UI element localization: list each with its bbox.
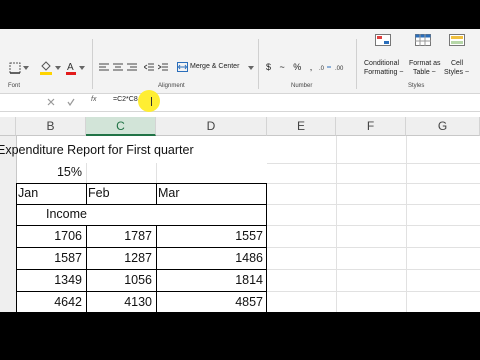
merge-dropdown-icon[interactable] <box>247 64 255 72</box>
format-as-table-label-2[interactable]: Table ~ <box>413 69 436 76</box>
group-separator <box>92 39 93 89</box>
ribbon: A Font Merge & Center Alignment $ ~ % , … <box>0 29 480 94</box>
font-color-dropdown-icon[interactable] <box>78 64 86 72</box>
excel-window: A Font Merge & Center Alignment $ ~ % , … <box>0 29 480 312</box>
letterbox-bottom <box>0 312 480 360</box>
data-cell[interactable]: 1056 <box>86 273 156 287</box>
font-group-label: Font <box>8 83 21 89</box>
align-right-icon[interactable] <box>125 61 138 74</box>
insert-function-button[interactable]: fx <box>91 96 96 103</box>
format-as-table-icon[interactable] <box>414 33 432 47</box>
income-section-cell[interactable]: Income <box>46 207 87 221</box>
cell-styles-label-2[interactable]: Styles ~ <box>444 69 469 76</box>
group-separator <box>356 39 357 89</box>
gridline <box>156 163 157 183</box>
fill-color-icon[interactable] <box>38 59 54 77</box>
text-cursor-icon <box>151 97 152 106</box>
table-border <box>16 225 267 226</box>
increase-indent-icon[interactable] <box>156 61 169 74</box>
table-border <box>16 269 267 270</box>
column-header-f[interactable]: F <box>336 117 406 136</box>
conditional-formatting-icon[interactable] <box>374 33 392 47</box>
merge-center-icon[interactable] <box>176 61 188 73</box>
table-border <box>16 204 267 205</box>
svg-text:A: A <box>67 62 74 73</box>
borders-icon[interactable] <box>8 61 22 75</box>
svg-text:.0: .0 <box>319 66 325 72</box>
data-cell[interactable]: 1287 <box>86 251 156 265</box>
data-cell[interactable]: 1814 <box>156 273 267 287</box>
enter-formula-icon[interactable] <box>66 97 76 107</box>
column-header-b[interactable]: B <box>16 117 86 136</box>
column-header-e[interactable]: E <box>267 117 336 136</box>
font-color-icon[interactable]: A <box>64 59 78 77</box>
fill-color-dropdown-icon[interactable] <box>54 64 62 72</box>
conditional-formatting-label[interactable]: Conditional <box>364 60 399 67</box>
group-separator <box>258 39 259 89</box>
report-title-cell[interactable]: Expenditure Report for First quarter <box>0 143 194 157</box>
formula-input[interactable]: =C2*C8 <box>113 96 138 103</box>
increase-decimal-icon[interactable]: .0 <box>318 60 332 74</box>
align-center-icon[interactable] <box>111 61 124 74</box>
gridline <box>267 204 480 205</box>
table-border <box>156 183 157 204</box>
column-header-c[interactable]: C <box>86 117 156 136</box>
gridline <box>267 291 480 292</box>
data-cell[interactable]: 4130 <box>86 295 156 309</box>
month-cell-feb[interactable]: Feb <box>88 186 110 200</box>
cursor-highlight <box>138 90 160 112</box>
alignment-group-label: Alignment <box>158 83 185 89</box>
rate-cell[interactable]: 15% <box>16 165 86 179</box>
table-border <box>266 183 267 312</box>
letterbox-top <box>0 0 480 29</box>
svg-text:.00: .00 <box>335 66 344 72</box>
gridline <box>86 163 87 183</box>
decrease-indent-icon[interactable] <box>142 61 155 74</box>
gridline <box>267 247 480 248</box>
row-headers[interactable] <box>0 136 17 312</box>
data-cell[interactable]: 4857 <box>156 295 267 309</box>
data-cell[interactable]: 1486 <box>156 251 267 265</box>
decrease-decimal-icon[interactable]: .00 <box>334 60 348 74</box>
gridline <box>267 163 480 164</box>
corner-header[interactable] <box>0 117 16 136</box>
data-cell[interactable]: 1587 <box>16 251 86 265</box>
number-group-label: Number <box>291 83 313 89</box>
gridline <box>267 269 480 270</box>
table-border <box>16 183 17 312</box>
align-left-icon[interactable] <box>97 61 110 74</box>
data-cell[interactable]: 1349 <box>16 273 86 287</box>
table-border <box>16 183 267 184</box>
month-cell-mar[interactable]: Mar <box>158 186 180 200</box>
conditional-formatting-label-2[interactable]: Formatting ~ <box>364 69 404 76</box>
data-cell[interactable]: 4642 <box>16 295 86 309</box>
styles-group-label: Styles <box>408 83 425 89</box>
cell-styles-label[interactable]: Cell <box>451 60 463 67</box>
cancel-formula-icon[interactable] <box>46 97 56 107</box>
data-cell[interactable]: 1706 <box>16 229 86 243</box>
month-cell-jan[interactable]: Jan <box>18 186 38 200</box>
table-border <box>86 183 87 204</box>
gridline <box>267 183 480 184</box>
column-header-d[interactable]: D <box>156 117 267 136</box>
column-header-g[interactable]: G <box>406 117 480 136</box>
data-cell[interactable]: 1557 <box>156 229 267 243</box>
merge-center-button[interactable]: Merge & Center <box>190 63 239 70</box>
table-border <box>16 247 267 248</box>
table-border <box>16 291 267 292</box>
cell-styles-icon[interactable] <box>448 33 466 47</box>
formula-bar: fx =C2*C8 <box>0 90 480 112</box>
data-cell[interactable]: 1787 <box>86 229 156 243</box>
gridline <box>267 225 480 226</box>
borders-dropdown-icon[interactable] <box>22 64 30 72</box>
format-as-table-label[interactable]: Format as <box>409 60 441 67</box>
number-format-buttons[interactable]: $ ~ % , <box>266 62 315 72</box>
